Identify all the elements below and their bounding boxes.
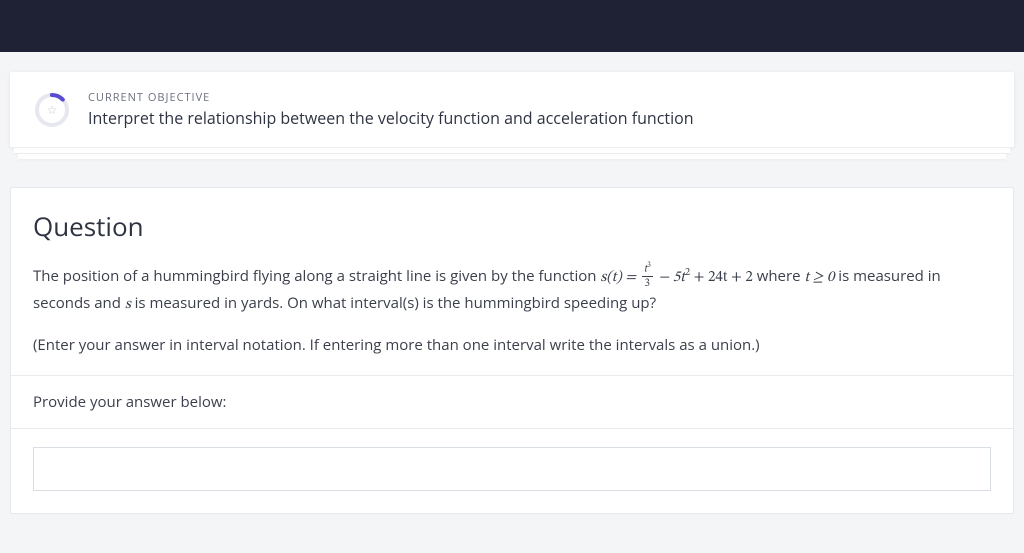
fraction: t33 [642,262,653,289]
objective-label: CURRENT OBJECTIVE [88,90,694,105]
question-heading: Question [33,208,991,244]
answer-box-wrap [11,429,1013,513]
body-mid: where [753,266,805,286]
content-area: ☆ CURRENT OBJECTIVE Interpret the relati… [0,72,1024,514]
objective-text: Interpret the relationship between the v… [88,107,694,129]
question-card: Question The position of a hummingbird f… [10,187,1014,514]
answer-input[interactable] [33,447,991,491]
math-expression: s(t) = t33 − 5t2 + 24t + 2 [600,270,752,285]
body-pre: The position of a hummingbird flying alo… [33,266,600,286]
app-header [0,0,1024,52]
condition: t ≥ 0 [804,270,834,285]
card-stack-layer [18,153,1006,159]
progress-ring-icon: ☆ [34,92,70,128]
question-hint: (Enter your answer in interval notation.… [33,335,991,355]
answer-label: Provide your answer below: [11,375,1013,429]
star-icon: ☆ [34,92,70,128]
objective-text-block: CURRENT OBJECTIVE Interpret the relation… [88,90,694,129]
objective-card: ☆ CURRENT OBJECTIVE Interpret the relati… [10,72,1014,147]
body-end: is measured in yards. On what interval(s… [131,293,656,313]
question-body: The position of a hummingbird flying alo… [33,264,991,317]
